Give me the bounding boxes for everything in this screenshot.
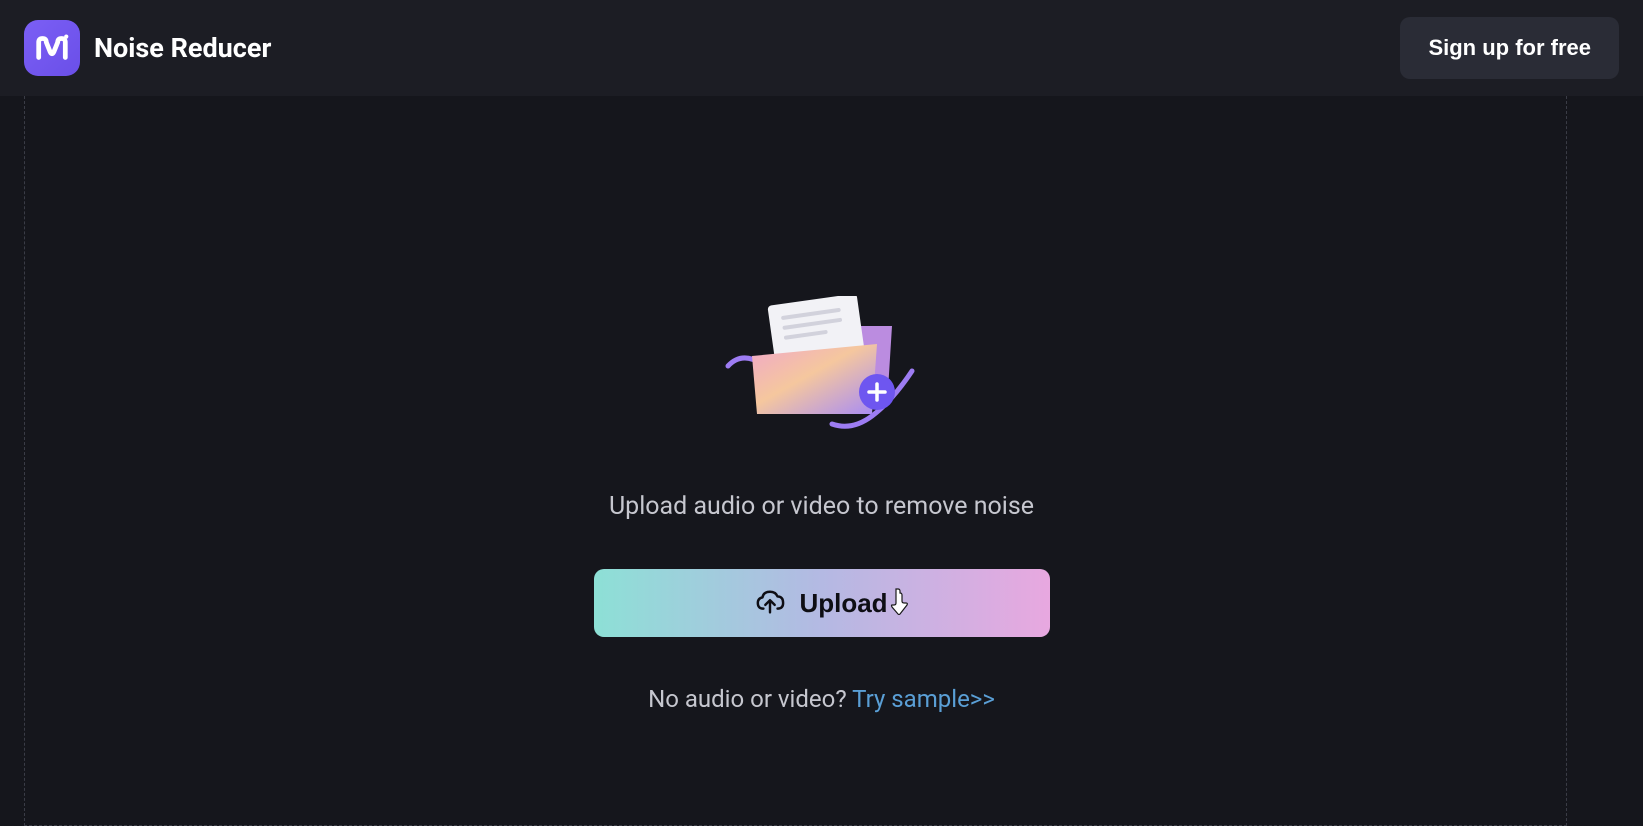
upload-button[interactable]: Upload	[594, 569, 1050, 637]
pointer-cursor-icon	[888, 587, 910, 615]
upload-dropzone[interactable]	[24, 96, 1567, 826]
signup-button[interactable]: Sign up for free	[1400, 17, 1619, 79]
folder-add-icon	[722, 296, 922, 436]
cloud-upload-icon	[755, 588, 785, 618]
main-area: Upload audio or video to remove noise Up…	[0, 96, 1643, 826]
brand: Noise Reducer	[24, 20, 271, 76]
app-header: Noise Reducer Sign up for free	[0, 0, 1643, 96]
upload-button-label: Upload	[799, 588, 887, 619]
app-title: Noise Reducer	[94, 32, 271, 64]
app-logo-icon[interactable]	[24, 20, 80, 76]
